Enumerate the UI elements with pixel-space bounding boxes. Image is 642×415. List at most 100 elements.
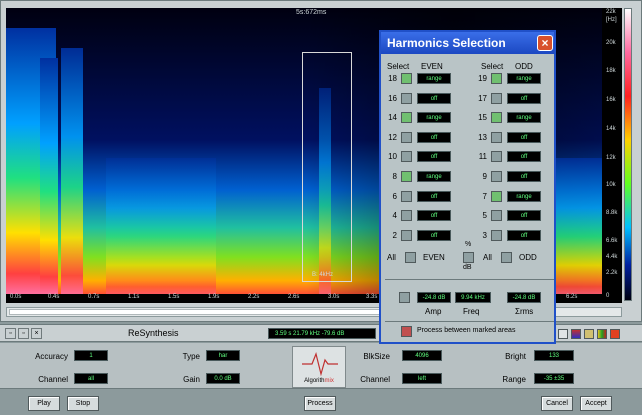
- play-button[interactable]: Play: [28, 396, 60, 411]
- harmonic-mode-field[interactable]: off: [417, 190, 451, 202]
- harmonic-select-checkbox[interactable]: [401, 131, 412, 143]
- colormap-icon[interactable]: [597, 329, 607, 339]
- color-scale-bar: [624, 8, 632, 301]
- close-panel-icon[interactable]: ×: [31, 328, 42, 339]
- freq-tick-label: 8.8k: [606, 210, 618, 216]
- harmonic-select-checkbox[interactable]: [491, 92, 502, 104]
- harmonic-mode-field[interactable]: off: [507, 210, 541, 222]
- harmonic-row: 4 off: [381, 209, 461, 223]
- harmonic-number: 13: [478, 132, 487, 142]
- view-icon[interactable]: [610, 329, 620, 339]
- accuracy-field[interactable]: 1: [74, 350, 108, 361]
- harmonic-select-checkbox[interactable]: [491, 73, 502, 84]
- amp-freq-checkbox[interactable]: [399, 292, 410, 303]
- harmonic-select-checkbox[interactable]: [401, 210, 412, 222]
- amp-value[interactable]: -24.8 dB: [417, 292, 451, 303]
- harmonic-select-checkbox[interactable]: [491, 112, 502, 124]
- harmonic-select-checkbox[interactable]: [491, 151, 502, 163]
- palette-icon[interactable]: [571, 329, 581, 339]
- gain-field[interactable]: 0.0 dB: [206, 373, 240, 384]
- selection-label: B: 4kHz: [312, 272, 334, 278]
- harmonic-mode-field[interactable]: off: [417, 92, 451, 104]
- type-field[interactable]: har: [206, 350, 240, 361]
- all-odd-checkbox[interactable]: [501, 252, 512, 263]
- blksize-field[interactable]: 4096: [402, 350, 442, 361]
- harmonic-row: 12 off: [381, 131, 461, 145]
- logo-text-part: Algorith: [304, 378, 325, 384]
- bright-field[interactable]: 133: [534, 350, 574, 361]
- harmonic-mode-field[interactable]: off: [417, 151, 451, 163]
- accept-button[interactable]: Accept: [580, 396, 612, 411]
- harmonic-mode-field[interactable]: off: [507, 151, 541, 163]
- harmonic-select-checkbox[interactable]: [401, 190, 412, 202]
- harmonic-mode-field[interactable]: range: [417, 171, 451, 182]
- harmonic-row: 16 off: [381, 92, 461, 106]
- harmonic-mode-field[interactable]: range: [507, 73, 541, 84]
- stop-button[interactable]: Stop: [67, 396, 99, 411]
- time-tick-label: 0.7s: [88, 294, 100, 300]
- harmonic-select-checkbox[interactable]: [491, 131, 502, 143]
- harmonic-mode-field[interactable]: off: [417, 131, 451, 143]
- rms-value[interactable]: -24.8 dB: [507, 292, 541, 303]
- type-label: Type: [182, 352, 200, 361]
- burst-5: [554, 158, 602, 301]
- harmonic-mode-field[interactable]: off: [417, 229, 451, 241]
- time-tick-label: 3.3s: [366, 294, 378, 300]
- freq-tick-label: 0: [606, 293, 610, 299]
- freq-tick-label: 16k: [606, 97, 616, 103]
- harmonic-select-checkbox[interactable]: [491, 190, 502, 202]
- range-field[interactable]: -35 ±35: [534, 373, 574, 384]
- all-even-text: EVEN: [423, 253, 445, 262]
- channel2-label: Channel: [360, 375, 390, 384]
- harmonic-select-checkbox[interactable]: [491, 229, 502, 241]
- marked-selection-area[interactable]: [302, 52, 352, 282]
- harmonic-number: 5: [482, 211, 487, 221]
- harmonic-select-checkbox[interactable]: [491, 171, 502, 182]
- burst-2: [61, 48, 83, 301]
- channel2-field[interactable]: left: [402, 373, 442, 384]
- freq-tick-label: 20k: [606, 40, 616, 46]
- all-even-label: All: [387, 253, 396, 262]
- channel-field[interactable]: all: [74, 373, 108, 384]
- harmonic-select-checkbox[interactable]: [491, 210, 502, 222]
- gain-label: Gain: [183, 375, 200, 384]
- harmonic-mode-field[interactable]: off: [507, 171, 541, 182]
- harmonic-row: 6 off: [381, 190, 461, 204]
- harmonic-number: 2: [392, 230, 397, 240]
- time-position-label: 5s:672ms: [296, 9, 327, 16]
- harmonic-row: 14 range: [381, 111, 461, 125]
- harmonic-select-checkbox[interactable]: [401, 73, 412, 84]
- harmonic-select-checkbox[interactable]: [401, 112, 412, 124]
- minimize-icon[interactable]: ▫: [5, 328, 16, 339]
- resynthesis-title: ReSynthesis: [128, 328, 179, 338]
- harmonic-mode-field[interactable]: off: [417, 210, 451, 222]
- process-button[interactable]: Process: [304, 396, 336, 411]
- harmonic-select-checkbox[interactable]: [401, 229, 412, 241]
- harmonic-select-checkbox[interactable]: [401, 92, 412, 104]
- harmonic-mode-field[interactable]: off: [507, 131, 541, 143]
- logo-text-part: mix: [324, 378, 334, 384]
- harmonic-select-checkbox[interactable]: [401, 151, 412, 163]
- process-marked-checkbox[interactable]: [401, 326, 412, 337]
- percent-db-toggle[interactable]: [463, 252, 474, 263]
- harmonic-mode-field[interactable]: off: [507, 229, 541, 241]
- harmonic-select-checkbox[interactable]: [401, 171, 412, 182]
- freq-tick-label: 14k: [606, 126, 616, 132]
- freq-tick-label: 10k: [606, 182, 616, 188]
- all-even-checkbox[interactable]: [405, 252, 416, 263]
- settings-icon[interactable]: [584, 329, 594, 339]
- close-icon[interactable]: ×: [537, 35, 553, 51]
- harmonic-mode-field[interactable]: range: [417, 73, 451, 84]
- harmonic-mode-field[interactable]: range: [507, 112, 541, 124]
- harmonic-mode-field[interactable]: range: [417, 112, 451, 124]
- harmonic-row: 19 range: [471, 72, 551, 86]
- harmonic-row: 13 off: [471, 131, 551, 145]
- scroll-thumb[interactable]: [9, 309, 389, 315]
- harmonic-mode-field[interactable]: range: [507, 190, 541, 202]
- cancel-button[interactable]: Cancel: [541, 396, 573, 411]
- freq-value[interactable]: 9.94 kHz: [455, 292, 491, 303]
- harmonic-mode-field[interactable]: off: [507, 92, 541, 104]
- logo-text: Algorithmix: [293, 378, 345, 384]
- grid-icon[interactable]: [558, 329, 568, 339]
- restore-icon[interactable]: ▫: [18, 328, 29, 339]
